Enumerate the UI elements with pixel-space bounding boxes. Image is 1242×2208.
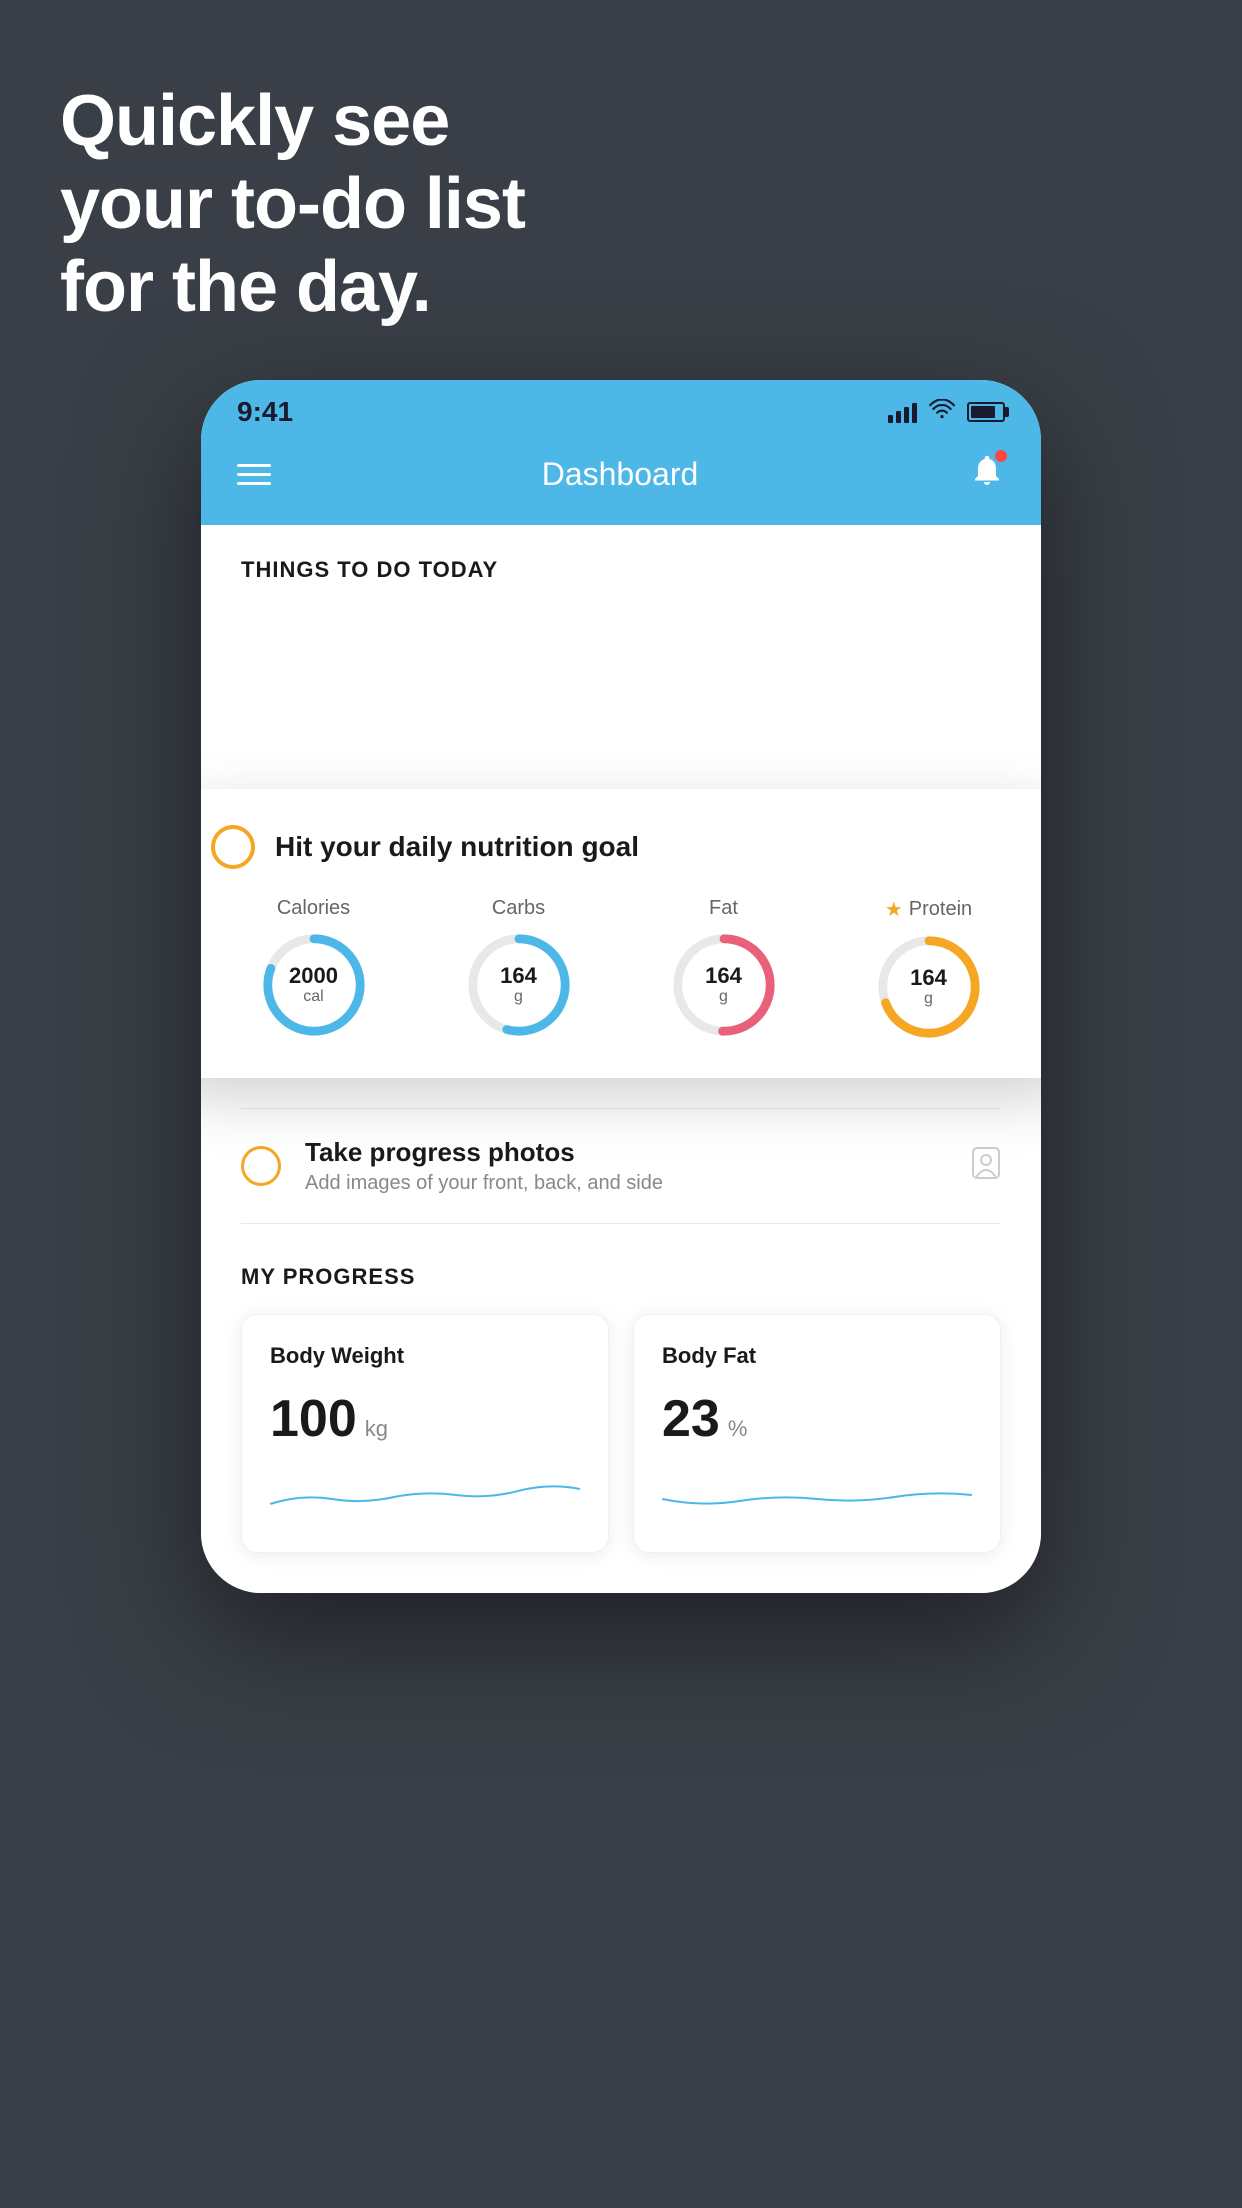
progress-photos-subtitle: Add images of your front, back, and side <box>305 1172 947 1195</box>
star-icon: ★ <box>885 897 903 922</box>
nutrition-protein: ★ Protein 164 g <box>874 897 984 1042</box>
body-fat-title: Body Fat <box>662 1343 972 1369</box>
nutrition-card-title: Hit your daily nutrition goal <box>275 831 639 863</box>
menu-button[interactable] <box>237 464 271 485</box>
card-header: Hit your daily nutrition goal <box>211 825 1031 869</box>
carbs-label: Carbs <box>492 897 545 920</box>
nutrition-card: Hit your daily nutrition goal Calories <box>201 789 1041 1078</box>
task-checkbox[interactable] <box>211 825 255 869</box>
body-fat-chart <box>662 1469 972 1519</box>
carbs-ring: 164 g <box>464 930 574 1040</box>
progress-section: MY PROGRESS Body Weight 100 kg <box>201 1224 1041 1593</box>
calories-ring: 2000 cal <box>259 930 369 1040</box>
protein-label: ★ Protein <box>885 897 972 922</box>
app-header: Dashboard <box>201 436 1041 525</box>
status-icons <box>888 399 1005 425</box>
things-section: THINGS TO DO TODAY <box>201 525 1041 599</box>
phone-mockup: 9:41 <box>201 380 1041 1593</box>
calories-label: Calories <box>277 897 350 920</box>
body-weight-title: Body Weight <box>270 1343 580 1369</box>
phone-content: THINGS TO DO TODAY Hit your daily nutrit… <box>201 525 1041 1593</box>
hero-text: Quickly see your to-do list for the day. <box>60 80 525 328</box>
hamburger-line <box>237 464 271 467</box>
body-weight-number: 100 <box>270 1389 357 1449</box>
progress-photos-icon <box>971 1146 1001 1187</box>
progress-cards: Body Weight 100 kg Body Fat 23 <box>241 1314 1001 1553</box>
hamburger-line <box>237 482 271 485</box>
body-weight-chart <box>270 1469 580 1519</box>
page-title: Dashboard <box>542 456 699 493</box>
notification-badge <box>995 450 1007 462</box>
body-fat-value: 23 % <box>662 1389 972 1449</box>
things-section-title: THINGS TO DO TODAY <box>241 557 1001 583</box>
todo-item-progress-photos[interactable]: Take progress photos Add images of your … <box>241 1109 1001 1224</box>
body-fat-card[interactable]: Body Fat 23 % <box>633 1314 1001 1553</box>
body-fat-unit: % <box>728 1416 748 1442</box>
notification-button[interactable] <box>969 452 1005 497</box>
battery-icon <box>967 402 1005 422</box>
nutrition-carbs: Carbs 164 g <box>464 897 574 1040</box>
hamburger-line <box>237 473 271 476</box>
signal-icon <box>888 401 917 423</box>
protein-ring: 164 g <box>874 932 984 1042</box>
status-time: 9:41 <box>237 396 293 428</box>
phone-frame: 9:41 <box>201 380 1041 1593</box>
progress-photos-checkbox[interactable] <box>241 1146 281 1186</box>
body-fat-number: 23 <box>662 1389 720 1449</box>
nutrition-circles: Calories 2000 cal <box>211 897 1031 1042</box>
body-weight-value: 100 kg <box>270 1389 580 1449</box>
nutrition-calories: Calories 2000 cal <box>259 897 369 1040</box>
wifi-icon <box>929 399 955 425</box>
progress-photos-text: Take progress photos Add images of your … <box>305 1137 947 1195</box>
body-weight-card[interactable]: Body Weight 100 kg <box>241 1314 609 1553</box>
progress-photos-title: Take progress photos <box>305 1137 947 1168</box>
nutrition-fat: Fat 164 g <box>669 897 779 1040</box>
fat-label: Fat <box>709 897 738 920</box>
progress-section-title: MY PROGRESS <box>241 1264 1001 1290</box>
status-bar: 9:41 <box>201 380 1041 436</box>
fat-ring: 164 g <box>669 930 779 1040</box>
body-weight-unit: kg <box>365 1416 388 1442</box>
